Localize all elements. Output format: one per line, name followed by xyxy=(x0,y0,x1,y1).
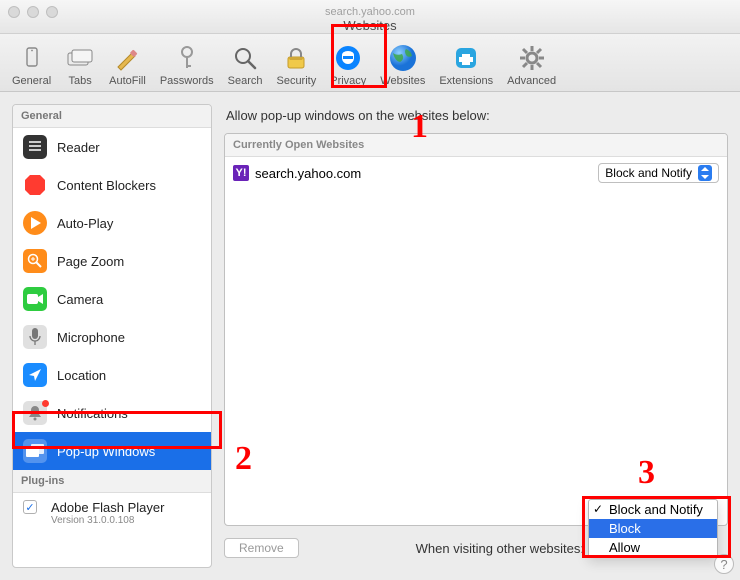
dropdown-item-allow[interactable]: Allow xyxy=(589,538,717,557)
sidebar-item-page-zoom[interactable]: Page Zoom xyxy=(13,242,211,280)
toolbar-search[interactable]: Search xyxy=(222,43,269,87)
dropdown-item-block[interactable]: Block xyxy=(589,519,717,538)
default-policy-dropdown[interactable]: ✓ Block and Notify Block Allow xyxy=(588,499,718,558)
toolbar-privacy[interactable]: Privacy xyxy=(324,43,372,87)
sidebar-item-location[interactable]: Location xyxy=(13,356,211,394)
toolbar-extensions[interactable]: Extensions xyxy=(433,43,499,87)
sidebar-item-reader[interactable]: Reader xyxy=(13,128,211,166)
sidebar-item-popup-windows[interactable]: Pop-up Windows xyxy=(13,432,211,470)
toolbar-passwords[interactable]: Passwords xyxy=(154,43,220,87)
check-icon: ✓ xyxy=(593,502,603,516)
tabs-icon xyxy=(65,43,95,73)
window-tab-title: search.yahoo.com xyxy=(0,5,740,19)
sidebar-item-content-blockers[interactable]: Content Blockers xyxy=(13,166,211,204)
general-icon xyxy=(17,43,47,73)
titlebar: search.yahoo.com Websites xyxy=(0,0,740,34)
footer-label: When visiting other websites: xyxy=(416,541,584,556)
reader-icon xyxy=(23,135,47,159)
zoom-icon xyxy=(23,249,47,273)
plugin-checkbox[interactable]: ✓ xyxy=(23,500,37,514)
help-button[interactable]: ? xyxy=(714,554,734,574)
stop-icon xyxy=(23,173,47,197)
plugin-version: Version 31.0.0.108 xyxy=(51,515,164,526)
site-domain: search.yahoo.com xyxy=(255,166,361,181)
main-title: Allow pop-up windows on the websites bel… xyxy=(226,108,728,123)
zoom-window[interactable] xyxy=(46,6,58,18)
website-row[interactable]: Y! search.yahoo.com Block and Notify xyxy=(225,157,727,189)
gear-icon xyxy=(517,43,547,73)
microphone-icon xyxy=(23,325,47,349)
sidebar-header-general: General xyxy=(13,105,211,128)
preferences-toolbar: General Tabs AutoFill Passwords Search S… xyxy=(0,34,740,92)
toolbar-tabs[interactable]: Tabs xyxy=(59,43,101,87)
lock-icon xyxy=(281,43,311,73)
notification-badge xyxy=(42,400,49,407)
popup-icon xyxy=(23,439,47,463)
key-icon xyxy=(172,43,202,73)
sidebar-item-camera[interactable]: Camera xyxy=(13,280,211,318)
sidebar-item-flash[interactable]: ✓ Adobe Flash Player Version 31.0.0.108 xyxy=(13,493,211,533)
play-icon xyxy=(23,211,47,235)
plugin-name: Adobe Flash Player xyxy=(51,500,164,515)
toolbar-general[interactable]: General xyxy=(6,43,57,87)
privacy-icon xyxy=(333,43,363,73)
toolbar-websites[interactable]: Websites xyxy=(374,43,431,87)
traffic-lights[interactable] xyxy=(8,6,58,18)
site-policy-select[interactable]: Block and Notify xyxy=(598,163,719,183)
sidebar-item-autoplay[interactable]: Auto-Play xyxy=(13,204,211,242)
extensions-icon xyxy=(451,43,481,73)
sidebar-item-notifications[interactable]: Notifications xyxy=(13,394,211,432)
window-title: Websites xyxy=(0,19,740,33)
select-arrows-icon xyxy=(698,165,712,181)
sidebar-header-plugins: Plug-ins xyxy=(13,470,211,493)
toolbar-security[interactable]: Security xyxy=(270,43,322,87)
camera-icon xyxy=(23,287,47,311)
location-icon xyxy=(23,363,47,387)
dropdown-item-block-notify[interactable]: ✓ Block and Notify xyxy=(589,500,717,519)
close-window[interactable] xyxy=(8,6,20,18)
sidebar: General Reader Content Blockers Auto-Pla… xyxy=(12,104,212,568)
remove-button[interactable]: Remove xyxy=(224,538,299,558)
toolbar-advanced[interactable]: Advanced xyxy=(501,43,562,87)
autofill-icon xyxy=(112,43,142,73)
globe-icon xyxy=(388,43,418,73)
favicon-icon: Y! xyxy=(233,165,249,181)
panel-header: Currently Open Websites xyxy=(225,134,727,157)
toolbar-autofill[interactable]: AutoFill xyxy=(103,43,152,87)
sidebar-item-microphone[interactable]: Microphone xyxy=(13,318,211,356)
search-icon xyxy=(230,43,260,73)
websites-panel: Currently Open Websites Y! search.yahoo.… xyxy=(224,133,728,526)
minimize-window[interactable] xyxy=(27,6,39,18)
